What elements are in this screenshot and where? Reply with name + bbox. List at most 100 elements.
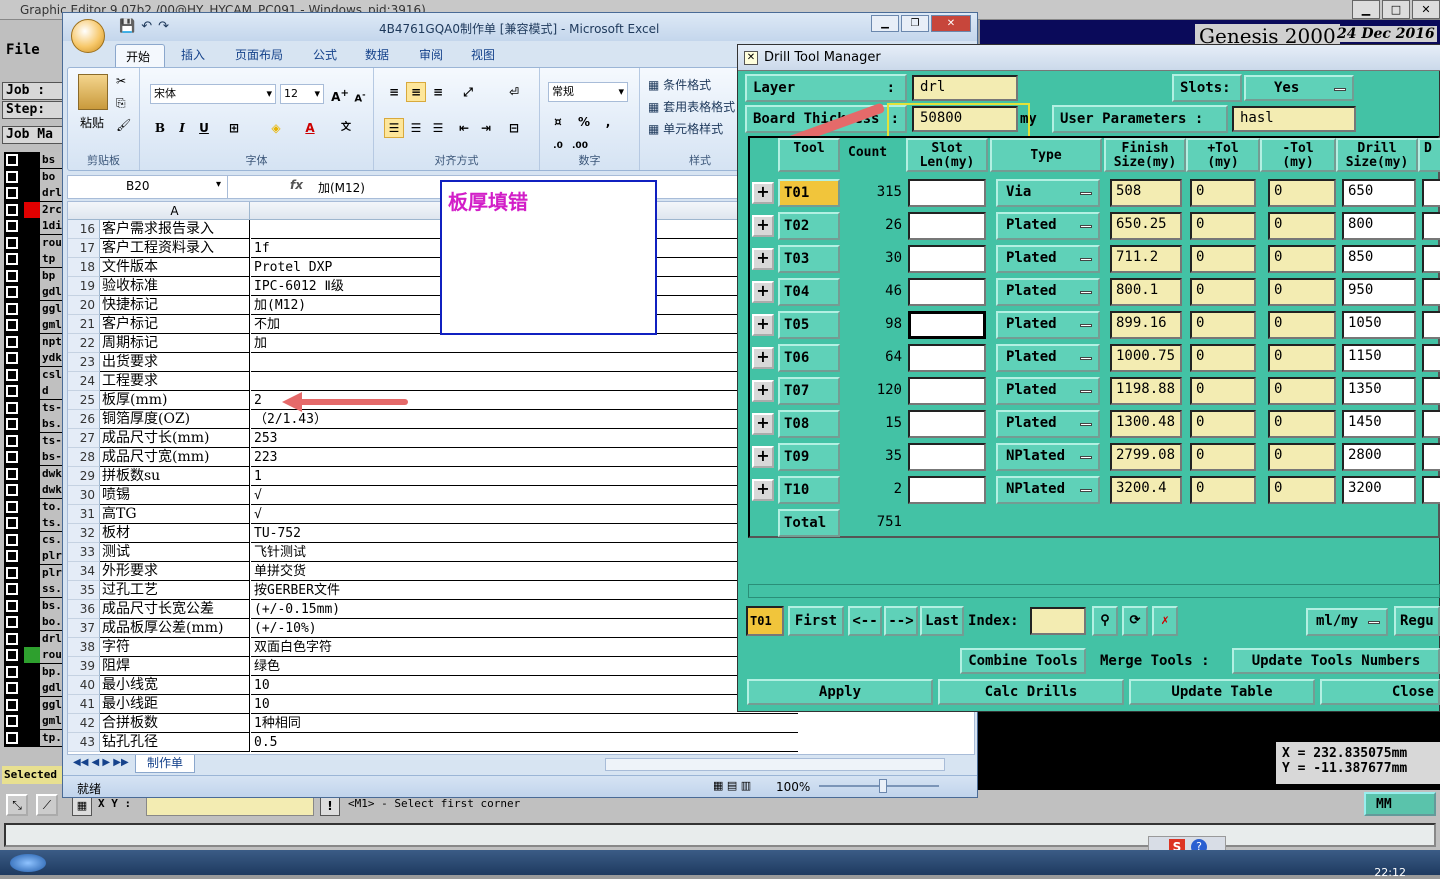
drill-size-field[interactable]: 1150 bbox=[1342, 344, 1416, 372]
slot-len-field[interactable] bbox=[908, 410, 986, 438]
cell-b[interactable]: 绿色 bbox=[251, 657, 798, 676]
row-number[interactable]: 20 bbox=[68, 296, 100, 315]
expand-icon[interactable]: + bbox=[752, 380, 774, 402]
restore-icon[interactable]: ❐ bbox=[901, 15, 929, 32]
layer-checkbox[interactable] bbox=[6, 484, 18, 496]
cut-icon[interactable]: ✂ bbox=[116, 74, 126, 88]
cell-a[interactable]: 验收标准 bbox=[100, 277, 250, 296]
layer-row[interactable]: dwk bbox=[4, 465, 66, 482]
font-color-icon[interactable]: A bbox=[300, 118, 320, 138]
row-number[interactable]: 31 bbox=[68, 505, 100, 524]
plus-tol-field[interactable]: 0 bbox=[1190, 245, 1256, 273]
job-manager-button[interactable]: Job Ma bbox=[2, 126, 64, 144]
slot-len-field[interactable] bbox=[908, 179, 986, 207]
layer-row[interactable]: dwk bbox=[4, 482, 66, 498]
prev-button[interactable]: <-- bbox=[848, 606, 882, 636]
cell-b[interactable]: 223 bbox=[251, 448, 798, 467]
layer-row[interactable]: ss. bbox=[4, 581, 66, 597]
layer-checkbox[interactable] bbox=[6, 649, 18, 661]
cell-a[interactable]: 铜箔厚度(OZ) bbox=[100, 410, 250, 429]
cell-a[interactable]: 成品尺寸宽(mm) bbox=[100, 448, 250, 467]
tool-button[interactable]: T01 bbox=[778, 179, 840, 207]
row-number[interactable]: 35 bbox=[68, 581, 100, 600]
plus-tol-field[interactable]: 0 bbox=[1190, 476, 1256, 504]
type-select[interactable]: Plated bbox=[996, 311, 1100, 339]
plus-tol-field[interactable]: 0 bbox=[1190, 443, 1256, 471]
layer-checkbox[interactable] bbox=[6, 203, 18, 216]
row-number[interactable]: 21 bbox=[68, 315, 100, 334]
finish-size-field[interactable]: 650.25 bbox=[1110, 212, 1182, 240]
minus-tol-field[interactable]: 0 bbox=[1268, 344, 1336, 372]
plus-tol-field[interactable]: 0 bbox=[1190, 179, 1256, 207]
tab-view[interactable]: 视图 bbox=[471, 46, 495, 63]
cell-b[interactable]: 单拼交货 bbox=[251, 562, 798, 581]
cell-a[interactable]: 合拼板数 bbox=[100, 714, 250, 733]
layer-checkbox[interactable] bbox=[6, 236, 18, 249]
cell-a[interactable]: 过孔工艺 bbox=[100, 581, 250, 600]
align-top-icon[interactable]: ≡ bbox=[384, 82, 404, 102]
chevron-down-icon[interactable]: ▾ bbox=[216, 179, 221, 190]
drill-size-field[interactable]: 1350 bbox=[1342, 377, 1416, 405]
cell-a[interactable]: 板材 bbox=[100, 524, 250, 543]
plus-tol-field[interactable]: 0 bbox=[1190, 212, 1256, 240]
layer-checkbox[interactable] bbox=[6, 616, 18, 628]
cell-b[interactable]: √ bbox=[251, 486, 798, 505]
expand-icon[interactable]: + bbox=[752, 248, 774, 270]
layer-checkbox[interactable] bbox=[6, 302, 18, 315]
row-number[interactable]: 23 bbox=[68, 353, 100, 372]
close-icon[interactable]: ✕ bbox=[1412, 0, 1440, 19]
layer-row[interactable]: bs. bbox=[4, 416, 66, 432]
cell-b[interactable] bbox=[251, 372, 798, 391]
row-number[interactable]: 38 bbox=[68, 638, 100, 657]
layer-checkbox[interactable] bbox=[6, 434, 18, 447]
zoom-slider-thumb[interactable] bbox=[879, 779, 887, 793]
align-right-icon[interactable]: ☰ bbox=[428, 118, 448, 138]
comma-icon[interactable]: , bbox=[598, 112, 618, 132]
layer-checkbox[interactable] bbox=[6, 286, 18, 298]
expand-icon[interactable]: + bbox=[752, 215, 774, 237]
row-number[interactable]: 25 bbox=[68, 391, 100, 410]
layer-checkbox[interactable] bbox=[6, 418, 18, 430]
font-size-select[interactable]: 12 ▾ bbox=[280, 84, 324, 104]
row-number[interactable]: 29 bbox=[68, 467, 100, 486]
type-select[interactable]: Plated bbox=[996, 278, 1100, 306]
cell-a[interactable]: 成品尺寸长(mm) bbox=[100, 429, 250, 448]
index-field[interactable] bbox=[1030, 607, 1086, 635]
layer-row[interactable]: bp bbox=[4, 267, 66, 284]
layer-row[interactable]: ts- bbox=[4, 432, 66, 449]
align-center-icon[interactable]: ☰ bbox=[406, 118, 426, 138]
extra-field[interactable] bbox=[1422, 377, 1440, 405]
cell-b[interactable]: 按GERBER文件 bbox=[251, 581, 798, 600]
currency-icon[interactable]: ¤ bbox=[548, 112, 568, 132]
minus-tol-field[interactable]: 0 bbox=[1268, 443, 1336, 471]
shrink-font-icon[interactable]: A- bbox=[350, 84, 370, 104]
tool-button[interactable]: T07 bbox=[778, 377, 840, 405]
layer-row[interactable]: to. bbox=[4, 498, 66, 515]
tool-button[interactable]: T08 bbox=[778, 410, 840, 438]
select-tool-icon[interactable]: ⤡ bbox=[6, 794, 28, 816]
current-tool-field[interactable]: T01 bbox=[746, 606, 784, 636]
extra-field[interactable] bbox=[1422, 212, 1440, 240]
layer-checkbox[interactable] bbox=[6, 517, 18, 529]
layer-checkbox[interactable] bbox=[6, 550, 18, 562]
expand-icon[interactable]: + bbox=[752, 314, 774, 336]
layer-checkbox[interactable] bbox=[6, 583, 18, 595]
slot-len-field[interactable] bbox=[908, 377, 986, 405]
paste-button[interactable]: 粘贴 bbox=[80, 114, 104, 131]
cell-a[interactable]: 客户工程资料录入 bbox=[100, 239, 250, 258]
type-select[interactable]: Plated bbox=[996, 245, 1100, 273]
cell-a[interactable]: 周期标记 bbox=[100, 334, 250, 353]
row-number[interactable]: 16 bbox=[68, 220, 100, 239]
start-orb-icon[interactable] bbox=[10, 854, 46, 872]
row-number[interactable]: 36 bbox=[68, 600, 100, 619]
decrease-indent-icon[interactable]: ⇤ bbox=[454, 118, 474, 138]
regu-button[interactable]: Regu bbox=[1394, 606, 1440, 636]
table-horizontal-scrollbar[interactable] bbox=[748, 584, 1440, 598]
minimize-icon[interactable]: ▁ bbox=[871, 15, 899, 32]
layer-checkbox[interactable] bbox=[6, 170, 18, 183]
row-number[interactable]: 24 bbox=[68, 372, 100, 391]
extra-field[interactable] bbox=[1422, 245, 1440, 273]
cell-a[interactable]: 最小线距 bbox=[100, 695, 250, 714]
cell-b[interactable]: (+/-10%) bbox=[251, 619, 798, 638]
layer-row[interactable]: 2rc bbox=[4, 201, 66, 218]
